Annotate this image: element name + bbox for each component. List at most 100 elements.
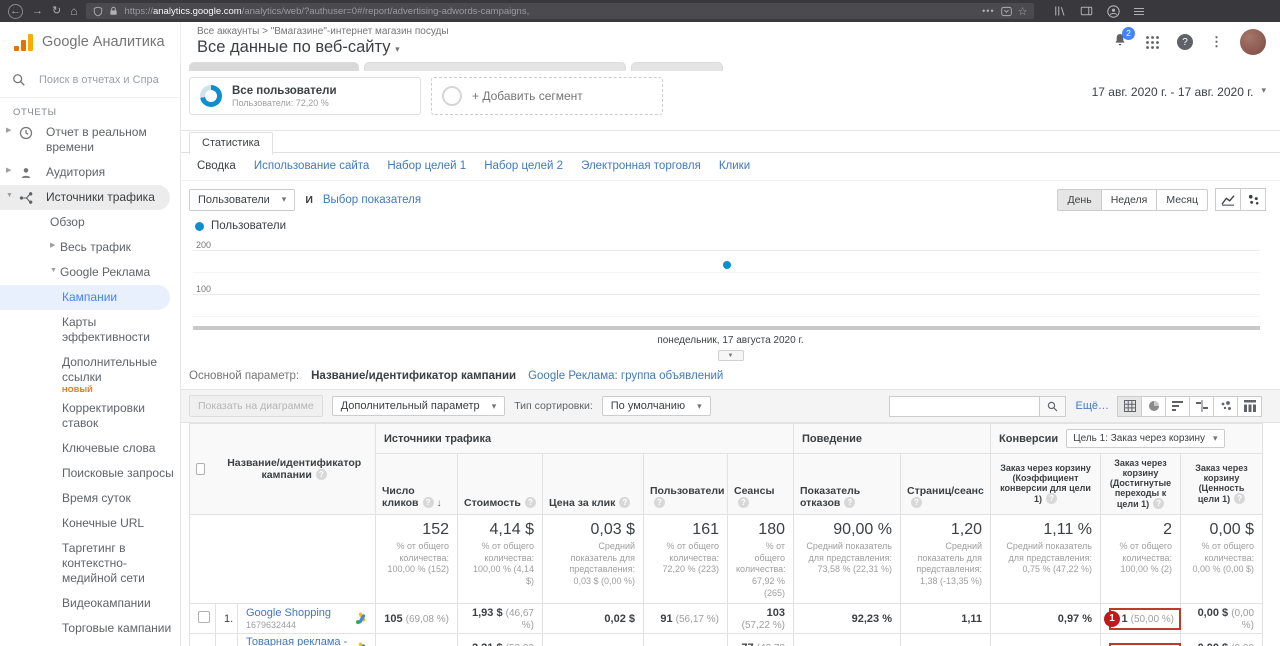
select-metric-link[interactable]: Выбор показателя [323,194,421,206]
col-header-conv-completions[interactable]: Заказ через корзину (Достигнутые переход… [1100,453,1182,515]
sidebar-item-bid-adjustments[interactable]: Корректировки ставок [0,396,180,436]
help-icon[interactable]: ? [1177,34,1193,50]
col-header-cpc[interactable]: Цена за клик? [542,453,644,515]
sidebar-item-video-campaigns[interactable]: Видеокампании [0,591,180,616]
sidebar-toggle-icon[interactable] [1080,5,1093,17]
sidebar-item-search-console[interactable]: ▶Search Console [0,641,180,646]
library-icon[interactable] [1053,5,1066,17]
help-icon[interactable]: ? [1234,493,1246,504]
sidebar-item-shopping-campaigns[interactable]: Торговые кампании [0,616,180,641]
pocket-icon[interactable] [1000,6,1012,17]
tab-clicks[interactable]: Клики [719,160,750,172]
plot-rows-button[interactable]: Показать на диаграмме [189,395,323,417]
table-search-input[interactable] [889,395,1040,417]
notifications-button[interactable]: 2 [1112,26,1135,53]
advanced-search-link[interactable]: Ещё… [1075,400,1109,412]
granularity-month-button[interactable]: Месяц [1156,188,1208,211]
shield-icon[interactable] [93,6,103,17]
sidebar-item-display-targeting[interactable]: Таргетинг в контекстно-медийной сети [0,536,180,591]
sidebar-item-google-ads[interactable]: ▼ Google Реклама [0,260,180,285]
pivot-view-button[interactable] [1237,395,1262,417]
x-axis-band[interactable] [193,326,1260,330]
tab-summary[interactable]: Сводка [197,160,236,172]
search-input[interactable] [39,74,159,86]
tab-goal-set-2[interactable]: Набор целей 2 [484,160,563,172]
select-all-checkbox[interactable] [196,463,206,475]
sidebar-item-acquisition[interactable]: ▼ Источники трафика [0,185,170,210]
refresh-icon[interactable]: ↻ [52,5,61,17]
table-search-button[interactable] [1039,395,1067,417]
forward-icon[interactable]: → [32,5,43,17]
url-bar[interactable]: https://analytics.google.com/analytics/w… [86,3,1035,19]
sidebar-item-keywords[interactable]: Ключевые слова [0,436,180,461]
help-icon[interactable]: ? [1153,498,1165,509]
page-title[interactable]: Все данные по веб-сайту ▾ [197,38,1112,57]
scatter-view-button[interactable] [1240,188,1266,211]
tab-ecommerce[interactable]: Электронная торговля [581,160,701,172]
help-icon[interactable]: ? [315,469,327,480]
sidebar-item-final-urls[interactable]: Конечные URL [0,511,180,536]
add-segment-button[interactable]: + Добавить сегмент [431,77,663,115]
menu-icon[interactable] [1134,6,1145,17]
ga-logo-area[interactable]: Google Аналитика [0,22,181,62]
sidebar-item-campaigns[interactable]: Кампании [0,285,170,310]
sidebar-item-search-queries[interactable]: Поисковые запросы [0,461,180,486]
term-cloud-view-button[interactable] [1213,395,1238,417]
kebab-menu-icon[interactable]: ⋮ [1210,34,1223,50]
breadcrumb[interactable]: Все аккаунты > "Вмагазине"-интернет мага… [197,26,1112,37]
col-header-users[interactable]: Пользователи? [643,453,728,515]
sort-type-selector[interactable]: По умолчанию ▾ [601,396,711,416]
help-icon[interactable]: ? [1046,493,1058,504]
campaign-link[interactable]: Товарная реклама - группа 1 [246,636,367,646]
row-checkbox[interactable] [198,611,210,624]
sidebar-search[interactable] [0,62,180,98]
back-icon[interactable]: ← [8,3,23,19]
sidebar-item-realtime[interactable]: ▶ Отчет в реальном времени [0,120,180,160]
col-header-sessions[interactable]: Сеансы? [727,453,794,515]
dimension-ad-group-link[interactable]: Google Реклама: группа объявлений [528,370,723,382]
data-point-users[interactable] [722,261,731,269]
col-header-conv-rate[interactable]: Заказ через корзину (Коэффициент конверс… [990,453,1102,515]
bookmark-star-icon[interactable]: ☆ [1018,5,1028,18]
help-icon[interactable]: ? [654,497,665,508]
tab-statistics[interactable]: Статистика [189,132,273,155]
sidebar-item-overview[interactable]: Обзор [0,210,180,235]
granularity-day-button[interactable]: День [1057,188,1102,211]
percentage-view-button[interactable] [1141,395,1166,417]
help-icon[interactable]: ? [844,497,856,508]
col-header-bounce[interactable]: Показатель отказов? [793,453,901,515]
col-header-conv-value[interactable]: Заказ через корзину (Ценность цели 1)? [1180,453,1264,515]
granularity-week-button[interactable]: Неделя [1100,188,1158,211]
tab-goal-set-1[interactable]: Набор целей 1 [387,160,466,172]
col-header-clicks[interactable]: Число кликов? ↓ [375,453,458,515]
sidebar-item-all-traffic[interactable]: ▶ Весь трафик [0,235,180,260]
comparison-view-button[interactable] [1189,395,1214,417]
secondary-dimension-selector[interactable]: Дополнительный параметр ▾ [331,396,506,416]
segment-all-users[interactable]: Все пользователи Пользователи: 72,20 % [189,77,421,115]
help-icon[interactable]: ? [524,497,536,508]
browser-account-icon[interactable] [1107,4,1121,18]
campaign-link[interactable]: Google Shopping [246,607,367,619]
dimension-campaign[interactable]: Название/идентификатор кампании [311,370,516,382]
tab-site-usage[interactable]: Использование сайта [254,160,369,172]
col-header-cost[interactable]: Стоимость? [457,453,543,515]
goal-selector[interactable]: Цель 1: Заказ через корзину ▾ [1066,429,1225,448]
sidebar-item-performance-maps[interactable]: Карты эффективности [0,310,180,350]
metric-selector[interactable]: Пользователи ▾ [189,188,296,211]
apps-grid-icon[interactable] [1145,35,1160,50]
page-actions-icon[interactable]: ••• [982,6,994,16]
chart-collapse-button[interactable]: ▼ [717,350,744,361]
table-view-button[interactable] [1117,395,1142,417]
line-chart-view-button[interactable] [1215,188,1241,211]
help-icon[interactable]: ? [738,497,749,508]
sidebar-item-sitelinks[interactable]: Дополнительные ссылки НОВЫЙ [0,350,180,396]
avatar[interactable] [1240,29,1266,55]
performance-view-button[interactable] [1165,395,1190,417]
sidebar-item-audience[interactable]: ▶ Аудитория [0,160,180,185]
help-icon[interactable]: ? [619,497,631,508]
help-icon[interactable]: ? [422,497,434,508]
dimension-column-header[interactable]: Название/идентификатор кампании? [189,423,376,515]
help-icon[interactable]: ? [911,497,922,508]
sidebar-item-hour-of-day[interactable]: Время суток [0,486,180,511]
date-range-selector[interactable]: 17 авг. 2020 г. - 17 авг. 2020 г. ▾ [1092,85,1266,130]
